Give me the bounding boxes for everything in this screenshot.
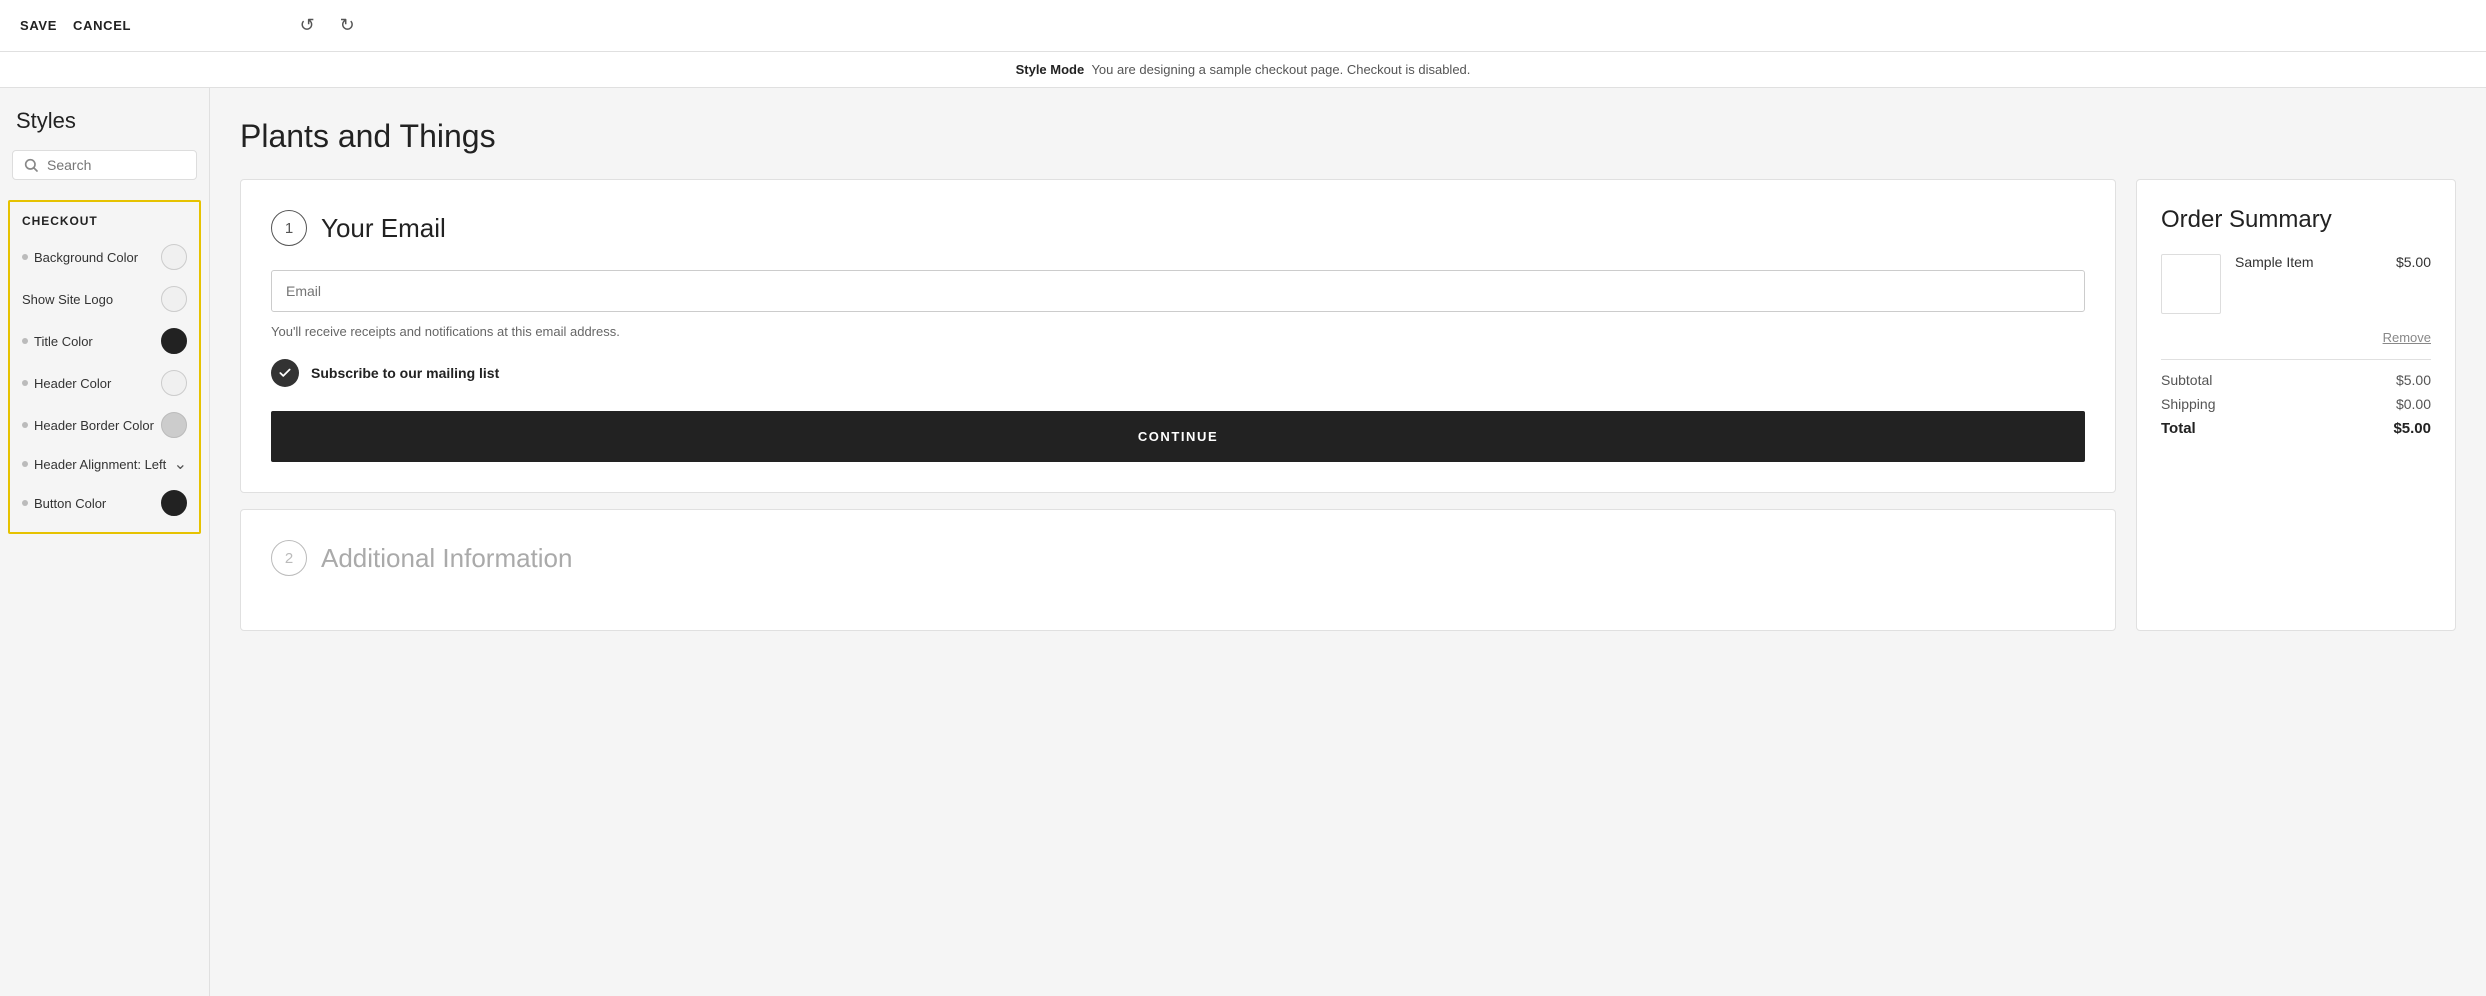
step1-header: 1 Your Email	[271, 210, 2085, 246]
style-row-header-color: Header Color	[10, 362, 199, 404]
header-color-swatch[interactable]	[161, 370, 187, 396]
dot-indicator	[22, 422, 28, 428]
top-bar-icons: ↺ ↻	[291, 10, 363, 42]
undo-icon: ↺	[300, 15, 315, 36]
header-alignment-label: Header Alignment: Left	[34, 457, 166, 472]
dot-indicator	[22, 500, 28, 506]
subtotal-label: Subtotal	[2161, 372, 2212, 388]
checkout-section: CHECKOUT Background Color Show Site Logo	[8, 200, 201, 534]
email-input[interactable]	[271, 270, 2085, 312]
total-label: Total	[2161, 420, 2196, 437]
button-color-swatch[interactable]	[161, 490, 187, 516]
order-item: Sample Item $5.00	[2161, 254, 2431, 314]
background-color-swatch[interactable]	[161, 244, 187, 270]
style-mode-bar: Style Mode You are designing a sample ch…	[0, 52, 2486, 88]
background-color-label: Background Color	[34, 250, 138, 265]
top-bar-left: SAVE CANCEL	[20, 18, 131, 33]
dot-indicator	[22, 461, 28, 467]
total-row: Total $5.00	[2161, 420, 2431, 437]
header-color-label: Header Color	[34, 376, 111, 391]
title-color-label: Title Color	[34, 334, 93, 349]
remove-link[interactable]: Remove	[2161, 330, 2431, 345]
shipping-row: Shipping $0.00	[2161, 396, 2431, 412]
item-name: Sample Item	[2235, 254, 2314, 270]
style-row-header-border-color: Header Border Color	[10, 404, 199, 446]
save-button[interactable]: SAVE	[20, 18, 57, 33]
page-title: Plants and Things	[240, 118, 2456, 155]
subtotal-row: Subtotal $5.00	[2161, 372, 2431, 388]
style-row-title-color: Title Color	[10, 320, 199, 362]
title-color-swatch[interactable]	[161, 328, 187, 354]
chevron-down-icon: ⌄	[174, 454, 187, 474]
checkout-grid: 1 Your Email You'll receive receipts and…	[240, 179, 2456, 631]
email-hint: You'll receive receipts and notification…	[271, 324, 2085, 339]
order-summary-title: Order Summary	[2161, 206, 2431, 234]
show-site-logo-label: Show Site Logo	[22, 292, 113, 307]
shipping-value: $0.00	[2396, 396, 2431, 412]
redo-button[interactable]: ↻	[331, 10, 363, 42]
dot-indicator	[22, 380, 28, 386]
step2-header: 2 Additional Information	[271, 540, 2085, 576]
shipping-label: Shipping	[2161, 396, 2216, 412]
checkout-left-column: 1 Your Email You'll receive receipts and…	[240, 179, 2116, 631]
item-price: $5.00	[2396, 254, 2431, 270]
subscribe-row: Subscribe to our mailing list	[271, 359, 2085, 387]
step1-number: 1	[271, 210, 307, 246]
step2-number: 2	[271, 540, 307, 576]
style-row-show-site-logo: Show Site Logo	[10, 278, 199, 320]
top-bar: SAVE CANCEL ↺ ↻	[0, 0, 2486, 52]
header-border-color-label: Header Border Color	[34, 418, 154, 433]
continue-button[interactable]: CONTINUE	[271, 411, 2085, 462]
style-row-header-alignment[interactable]: Header Alignment: Left ⌄	[10, 446, 199, 482]
show-site-logo-swatch[interactable]	[161, 286, 187, 312]
order-summary: Order Summary Sample Item $5.00 Remove S…	[2136, 179, 2456, 631]
sidebar: Styles CHECKOUT Background Color S	[0, 88, 210, 996]
step2-title: Additional Information	[321, 543, 572, 574]
total-value: $5.00	[2393, 420, 2431, 437]
undo-button[interactable]: ↺	[291, 10, 323, 42]
content-area: Plants and Things 1 Your Email You'll re…	[210, 88, 2486, 996]
search-icon	[23, 157, 39, 173]
header-border-color-swatch[interactable]	[161, 412, 187, 438]
style-mode-label: Style Mode	[1016, 62, 1085, 77]
check-icon	[271, 359, 299, 387]
subscribe-label: Subscribe to our mailing list	[311, 365, 499, 381]
search-input[interactable]	[47, 157, 186, 173]
style-mode-message: You are designing a sample checkout page…	[1091, 62, 1470, 77]
main-layout: Styles CHECKOUT Background Color S	[0, 88, 2486, 996]
button-color-label: Button Color	[34, 496, 106, 511]
style-row-background-color: Background Color	[10, 236, 199, 278]
subtotal-value: $5.00	[2396, 372, 2431, 388]
cancel-button[interactable]: CANCEL	[73, 18, 131, 33]
redo-icon: ↻	[340, 15, 355, 36]
dot-indicator	[22, 254, 28, 260]
step1-card: 1 Your Email You'll receive receipts and…	[240, 179, 2116, 493]
section-header: CHECKOUT	[10, 210, 199, 236]
search-box[interactable]	[12, 150, 197, 180]
sidebar-title: Styles	[0, 108, 209, 150]
step1-title: Your Email	[321, 213, 446, 244]
style-row-button-color: Button Color	[10, 482, 199, 524]
order-divider	[2161, 359, 2431, 360]
step2-card: 2 Additional Information	[240, 509, 2116, 631]
dot-indicator	[22, 338, 28, 344]
item-thumbnail	[2161, 254, 2221, 314]
